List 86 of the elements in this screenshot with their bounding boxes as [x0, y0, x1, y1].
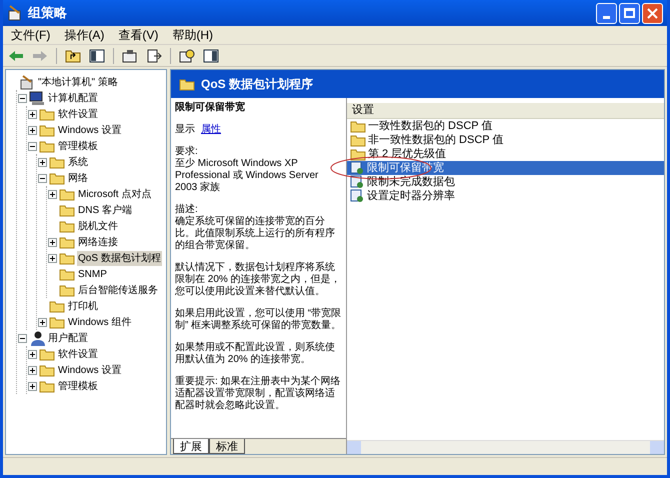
description-paragraph: 重要提示: 如果在注册表中为某个网络适配器设置带宽限制，配置该网络适配器时就会忽略此设置。 [175, 376, 342, 412]
tree-item[interactable]: 管理模板 [57, 378, 99, 394]
tree-item[interactable]: Windows 设置 [57, 122, 122, 138]
computer-icon [29, 90, 45, 106]
folder-icon [39, 124, 55, 136]
column-header[interactable]: 设置 [347, 103, 664, 119]
tree-item[interactable]: 网络 [67, 170, 89, 186]
tree-item[interactable]: "本地计算机" 策略 [37, 74, 119, 90]
expand-icon[interactable] [28, 126, 37, 134]
folder-icon [350, 134, 366, 146]
expand-icon[interactable] [28, 366, 37, 374]
tree-item[interactable]: 软件设置 [57, 106, 99, 122]
menu-item[interactable]: 查看(V) [118, 26, 158, 44]
folder-icon [49, 156, 65, 168]
tree-item[interactable]: Windows 组件 [67, 314, 132, 330]
tree-item[interactable]: 管理模板 [57, 138, 99, 154]
expand-icon[interactable] [38, 158, 47, 166]
user-icon [29, 330, 45, 346]
tree-item[interactable]: SNMP [77, 266, 108, 282]
folder-icon [39, 108, 55, 120]
folder-icon [39, 380, 55, 392]
folder-icon [59, 204, 75, 216]
tree-item[interactable]: Windows 设置 [57, 362, 122, 378]
description-paragraph: 要求: 至少 Microsoft Windows XP Professional 或 Windows Server 2003 家族 [175, 146, 320, 194]
properties-link[interactable]: 属性 [201, 124, 221, 136]
folder-icon [59, 252, 75, 264]
setting-title: 限制可保留带宽 [175, 102, 246, 114]
maximize-button[interactable] [619, 2, 640, 24]
show-label: 显示 [175, 124, 195, 136]
expand-icon[interactable] [28, 350, 37, 358]
menu-item[interactable]: 帮助(H) [172, 26, 213, 44]
tree-item[interactable]: 网络连接 [77, 234, 119, 250]
tree-item[interactable]: 软件设置 [57, 346, 99, 362]
folder-icon [39, 348, 55, 360]
expand-icon[interactable] [38, 318, 47, 326]
description-paragraph: 描述: 确定系统可保留的连接带宽的百分比。此值限制系统上运行的所有程序的组合带宽保留。 [175, 204, 336, 252]
policy-icon [19, 74, 35, 90]
tree-item[interactable]: QoS 数据包计划程 [77, 250, 162, 266]
setting-icon [350, 189, 365, 203]
menu-item[interactable]: 操作(A) [64, 26, 104, 44]
folder-icon [59, 284, 75, 296]
menu-item[interactable]: 文件(F) [11, 26, 50, 44]
expand-icon[interactable] [48, 238, 57, 246]
folder-icon [59, 220, 75, 232]
folder-icon [59, 188, 75, 200]
list-row[interactable]: 一致性数据包的 DSCP 值 [347, 119, 664, 133]
list-row[interactable]: 非一致性数据包的 DSCP 值 [347, 133, 664, 147]
description-paragraph: 如果禁用或不配置此设置，则系统使用默认值为 20% 的连接带宽。 [175, 342, 336, 366]
collapse-icon[interactable] [28, 142, 37, 150]
close-icon [647, 8, 658, 18]
tree-item[interactable]: 脱机文件 [77, 218, 119, 234]
expand-icon[interactable] [28, 110, 37, 118]
expand-icon[interactable] [48, 190, 57, 198]
list-row[interactable]: 设置定时器分辨率 [347, 189, 664, 203]
collapse-icon[interactable] [18, 334, 27, 342]
folder-icon [49, 316, 65, 328]
folder-icon [179, 78, 195, 90]
setting-icon [350, 161, 365, 175]
folder-icon [39, 140, 55, 152]
folder-icon [59, 236, 75, 248]
policy-icon [7, 5, 23, 21]
tree-item[interactable]: Microsoft 点对点 [77, 186, 152, 202]
tree-item[interactable]: 打印机 [67, 298, 99, 314]
collapse-icon[interactable] [38, 174, 47, 182]
expand-icon[interactable] [48, 254, 57, 262]
tree-item[interactable]: 计算机配置 [47, 90, 99, 106]
pane-title: QoS 数据包计划程序 [201, 76, 314, 93]
description-paragraph: 如果启用此设置，您可以使用 “带宽限制” 框来调整系统可保留的带宽数量。 [175, 308, 342, 332]
folder-icon [39, 364, 55, 376]
folder-icon [59, 268, 75, 280]
tree-item[interactable]: 用户配置 [47, 330, 89, 346]
tree-item[interactable]: 后台智能传送服务 [77, 282, 159, 298]
folder-icon [49, 300, 65, 312]
tree-item[interactable]: DNS 客户端 [77, 202, 133, 218]
minimize-button[interactable] [596, 2, 617, 24]
description-paragraph: 默认情况下，数据包计划程序将系统限制在 20% 的连接带宽之内，但是，您可以使用此设置来替代默认值。 [175, 262, 342, 298]
view-tab[interactable]: 标准 [209, 439, 245, 454]
tree-item[interactable]: 系统 [67, 154, 89, 170]
close-button[interactable] [642, 2, 663, 24]
folder-icon [49, 172, 65, 184]
window-title: 组策略 [28, 4, 67, 22]
collapse-icon[interactable] [18, 94, 27, 102]
setting-icon [350, 175, 365, 189]
view-tab[interactable]: 扩展 [173, 439, 209, 454]
horizontal-scrollbar[interactable] [347, 440, 664, 454]
expand-icon[interactable] [28, 382, 37, 390]
